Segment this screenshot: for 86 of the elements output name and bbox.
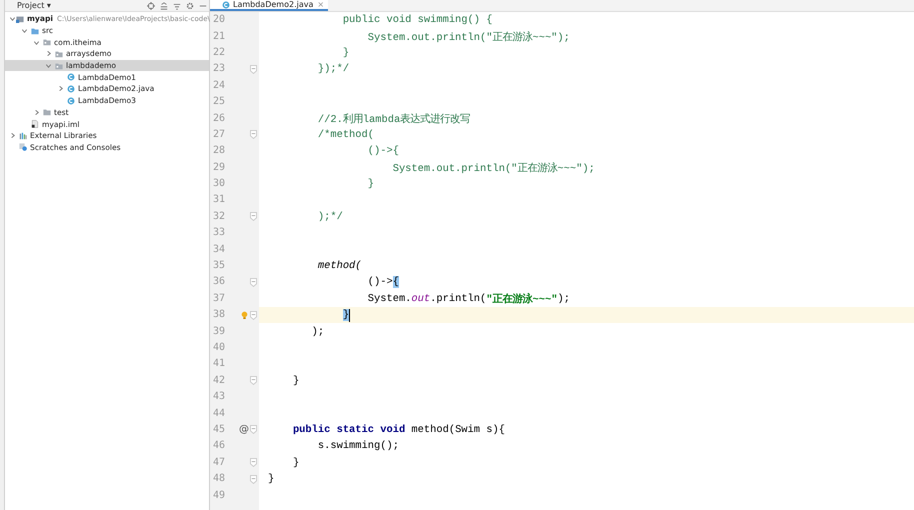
- line-number: 28: [212, 144, 226, 158]
- line-number: 40: [212, 341, 226, 355]
- collapse-icon[interactable]: [160, 2, 168, 10]
- line-number: 24: [212, 78, 226, 93]
- line-number: 21: [212, 30, 226, 44]
- scratches-icon: [19, 143, 27, 152]
- line-number: 47: [212, 456, 226, 470]
- code-comment: );*/: [316, 210, 343, 223]
- fold-icon[interactable]: [250, 425, 257, 434]
- keyword: public static void: [292, 424, 406, 436]
- line-number: 42: [212, 374, 226, 388]
- folder-icon: [55, 50, 63, 58]
- code-comment: }: [342, 46, 350, 59]
- line-number: 41: [212, 357, 226, 372]
- code-text: );: [557, 292, 570, 305]
- line-number: 35: [212, 259, 226, 274]
- line-number: 30: [212, 177, 226, 192]
- libraries-icon: [19, 132, 27, 140]
- line-number: 46: [212, 439, 226, 454]
- code-comment: System.out.println("正在游泳~~~");: [392, 161, 595, 175]
- code-text: }: [268, 473, 274, 486]
- code-comment: /*method(: [316, 128, 374, 141]
- class-icon: [67, 73, 75, 82]
- code-text: }: [342, 309, 350, 322]
- folder-icon: [43, 38, 51, 46]
- string-literal: "正在游泳~~~": [486, 292, 558, 306]
- editor-tab[interactable]: LambdaDemo2.java ×: [210, 0, 328, 11]
- target-icon[interactable]: [147, 2, 155, 10]
- line-number: 22: [212, 46, 226, 60]
- class-icon: [67, 84, 75, 93]
- code-text: }: [292, 456, 300, 469]
- field-name: out: [411, 292, 430, 305]
- folder-icon: [31, 26, 39, 35]
- fold-icon[interactable]: [250, 474, 257, 484]
- fold-icon[interactable]: [250, 376, 257, 386]
- module-icon: [16, 14, 24, 23]
- method-call: method(: [316, 260, 362, 272]
- fold-icon[interactable]: [250, 130, 257, 140]
- tab-label: LambdaDemo2.java: [233, 0, 314, 10]
- code-text: method(Swim s){: [410, 424, 505, 436]
- code-text: .println(: [430, 292, 486, 305]
- code-comment: public void swimming() {: [342, 14, 492, 26]
- code-comment: });*/: [316, 63, 350, 76]
- line-number: 37: [212, 292, 226, 306]
- class-icon: [222, 0, 230, 8]
- line-number: 29: [212, 160, 226, 175]
- line-number: 48: [212, 472, 226, 486]
- line-number: 39: [212, 324, 226, 339]
- line-number: 26: [212, 112, 226, 126]
- folder-icon: [55, 62, 63, 70]
- code-comment: ()->{: [366, 145, 399, 158]
- code-text: s.swimming();: [316, 440, 399, 452]
- line-number: 32: [212, 210, 226, 224]
- file-icon: [31, 120, 39, 128]
- fold-icon[interactable]: [250, 278, 257, 287]
- line-number: 49: [212, 488, 226, 503]
- folder-icon: [43, 108, 51, 116]
- lightbulb-icon[interactable]: [240, 310, 248, 320]
- code-text: }: [292, 374, 300, 387]
- line-number: 34: [212, 242, 226, 257]
- code-text: System.: [366, 292, 412, 305]
- class-icon: [67, 96, 75, 105]
- override-marker[interactable]: @: [239, 424, 249, 436]
- code-comment: }: [366, 178, 374, 190]
- line-number: 45: [212, 422, 226, 437]
- line-number: 20: [212, 13, 226, 28]
- line-number: 43: [212, 390, 226, 404]
- code-comment: //2.利用lambda表达式进行改写: [316, 112, 470, 126]
- line-number: 31: [212, 193, 226, 208]
- fold-icon[interactable]: [250, 212, 257, 222]
- fold-icon[interactable]: [250, 458, 257, 468]
- project-view-dropdown[interactable]: Project ▾: [17, 0, 51, 11]
- code-text: );: [310, 326, 324, 338]
- line-number: 44: [212, 406, 226, 421]
- line-number: 33: [212, 226, 226, 240]
- line-number: 23: [212, 62, 226, 76]
- fold-icon[interactable]: [250, 64, 257, 74]
- filter-icon[interactable]: [173, 2, 181, 10]
- line-number: 36: [212, 275, 226, 290]
- line-number: 38: [212, 308, 226, 322]
- line-number: 27: [212, 128, 226, 142]
- fold-icon[interactable]: [250, 310, 257, 320]
- code-text: ()->{: [366, 276, 399, 288]
- code-comment: System.out.println("正在游泳~~~");: [366, 30, 570, 44]
- line-number: 25: [212, 95, 226, 110]
- settings-icon[interactable]: [186, 2, 194, 10]
